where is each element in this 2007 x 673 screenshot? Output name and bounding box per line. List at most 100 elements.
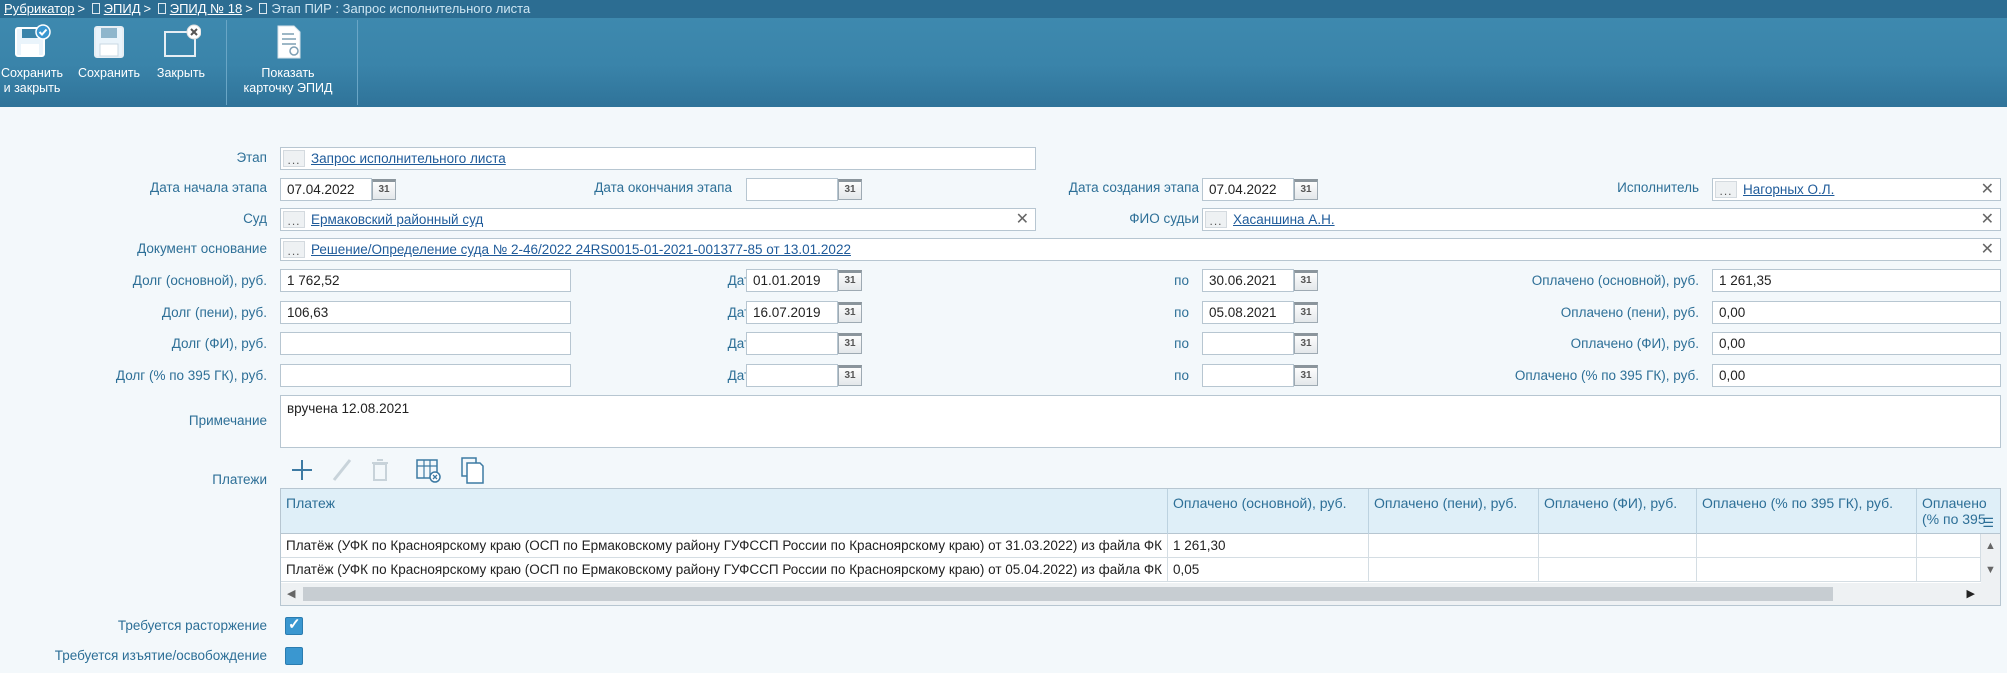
column-header-paid-penalty[interactable]: Оплачено (пени), руб. — [1369, 489, 1539, 534]
date-to-input[interactable]: 30.06.2021 — [1202, 269, 1294, 292]
scroll-thumb[interactable] — [303, 587, 1833, 601]
column-header-paid-fi[interactable]: Оплачено (ФИ), руб. — [1539, 489, 1697, 534]
scroll-right-icon[interactable]: ▶ — [1967, 587, 1975, 600]
paid-input[interactable]: 0,00 — [1712, 364, 2001, 387]
date-to-input[interactable] — [1202, 332, 1294, 355]
delete-trash-icon[interactable] — [366, 456, 394, 484]
judge-link[interactable]: Хасаншина А.Н. — [1233, 209, 1335, 230]
breadcrumb-rubricator[interactable]: Рубрикатор — [4, 1, 74, 16]
column-menu-icon[interactable]: ☰ — [1982, 515, 1994, 531]
close-button[interactable]: Закрыть — [152, 20, 210, 81]
date-from-input[interactable] — [746, 364, 838, 387]
judge-field[interactable]: ... Хасаншина А.Н. ✕ — [1202, 208, 2001, 231]
select-dots-icon[interactable]: ... — [283, 241, 305, 258]
document-icon — [91, 3, 100, 14]
breadcrumb-epid-18[interactable]: ЭПИД № 18 — [170, 1, 242, 16]
executor-field[interactable]: ... Нагорных О.Л. ✕ — [1712, 178, 2001, 201]
calendar-icon[interactable]: 31 — [838, 302, 862, 323]
show-epid-card-button[interactable]: Показать карточку ЭПИД — [232, 20, 344, 96]
calendar-icon[interactable]: 31 — [838, 333, 862, 354]
calendar-icon[interactable]: 31 — [1294, 179, 1318, 200]
clear-icon[interactable]: ✕ — [1981, 209, 1994, 230]
debt-input[interactable] — [280, 364, 571, 387]
column-header-paid-395[interactable]: Оплачено (% по 395 ГК), руб. — [1697, 489, 1917, 534]
start-date-field[interactable]: 07.04.2022 31 — [280, 178, 396, 201]
select-dots-icon[interactable]: ... — [283, 211, 305, 228]
date-to-field[interactable]: 05.08.2021 31 — [1202, 301, 1318, 324]
copy-icon[interactable] — [458, 456, 486, 484]
document-basis-field[interactable]: ... Решение/Определение суда № 2-46/2022… — [280, 238, 2001, 261]
debt-label: Долг (% по 395 ГК), руб. — [115, 368, 267, 383]
calendar-icon[interactable]: 31 — [838, 179, 862, 200]
scroll-left-icon[interactable]: ◀ — [287, 587, 295, 600]
calendar-icon[interactable]: 31 — [1294, 365, 1318, 386]
save-and-close-button[interactable]: Сохранить и закрыть — [0, 20, 64, 96]
clear-icon[interactable]: ✕ — [1981, 179, 1994, 200]
date-to-input[interactable]: 05.08.2021 — [1202, 301, 1294, 324]
save-button[interactable]: Сохранить — [74, 20, 144, 81]
paid-input[interactable]: 0,00 — [1712, 301, 2001, 324]
select-dots-icon[interactable]: ... — [1205, 211, 1227, 228]
end-date-input[interactable] — [746, 178, 838, 201]
select-dots-icon[interactable]: ... — [283, 150, 305, 167]
termination-checkbox[interactable]: ✓ — [285, 616, 303, 635]
scroll-up-icon[interactable]: ▲ — [1985, 540, 1996, 552]
date-from-field[interactable]: 16.07.2019 31 — [746, 301, 862, 324]
document-basis-label: Документ основание — [137, 241, 267, 256]
date-from-input[interactable]: 01.01.2019 — [746, 269, 838, 292]
court-field[interactable]: ... Ермаковский районный суд ✕ — [280, 208, 1036, 231]
debt-input[interactable]: 1 762,52 — [280, 269, 571, 292]
end-date-field[interactable]: 31 — [746, 178, 862, 201]
paid-input[interactable]: 0,00 — [1712, 332, 2001, 355]
show-epid-card-label: Показать карточку ЭПИД — [243, 66, 333, 95]
table-row[interactable]: Платёж (УФК по Красноярскому краю (ОСП п… — [281, 558, 1981, 582]
column-header-payment[interactable]: Платеж — [281, 489, 1168, 534]
add-icon[interactable] — [288, 456, 316, 484]
date-from-field[interactable]: 31 — [746, 364, 862, 387]
document-basis-link[interactable]: Решение/Определение суда № 2-46/2022 24R… — [311, 239, 851, 260]
court-label: Суд — [243, 211, 267, 226]
note-textarea[interactable]: вручена 12.08.2021 — [280, 395, 2001, 448]
created-date-field[interactable]: 07.04.2022 31 — [1202, 178, 1318, 201]
executor-link[interactable]: Нагорных О.Л. — [1743, 179, 1834, 200]
scroll-down-icon[interactable]: ▼ — [1985, 564, 1996, 576]
paid-input[interactable]: 1 261,35 — [1712, 269, 2001, 292]
edit-pencil-icon[interactable] — [328, 456, 356, 484]
paid-fi-cell — [1539, 534, 1697, 558]
stage-link[interactable]: Запрос исполнительного листа — [311, 148, 506, 169]
date-to-field[interactable]: 31 — [1202, 364, 1318, 387]
clear-icon[interactable]: ✕ — [1016, 209, 1029, 230]
date-to-field[interactable]: 31 — [1202, 332, 1318, 355]
date-to-input[interactable] — [1202, 364, 1294, 387]
calendar-icon[interactable]: 31 — [838, 365, 862, 386]
calendar-icon[interactable]: 31 — [1294, 270, 1318, 291]
calendar-icon[interactable]: 31 — [1294, 333, 1318, 354]
horizontal-scrollbar[interactable]: ◀ ▶ — [281, 583, 1981, 605]
column-header-paid-395-extra[interactable]: Оплачено (% по 395 ГК), руб. ☰ — [1917, 489, 2000, 534]
date-from-field[interactable]: 31 — [746, 332, 862, 355]
table-remove-icon[interactable] — [414, 456, 442, 484]
date-from-input[interactable] — [746, 332, 838, 355]
date-to-field[interactable]: 30.06.2021 31 — [1202, 269, 1318, 292]
clear-icon[interactable]: ✕ — [1981, 239, 1994, 260]
header-bar: Рубрикатор > ЭПИД > ЭПИД № 18 > Этап ПИР : … — [0, 0, 2007, 107]
calendar-icon[interactable]: 31 — [838, 270, 862, 291]
debt-input[interactable]: 106,63 — [280, 301, 571, 324]
stage-field[interactable]: ... Запрос исполнительного листа — [280, 147, 1036, 170]
payments-table: Платеж Оплачено (основной), руб. Оплачен… — [280, 488, 2001, 606]
date-from-field[interactable]: 01.01.2019 31 — [746, 269, 862, 292]
court-link[interactable]: Ермаковский районный суд — [311, 209, 483, 230]
start-date-input[interactable]: 07.04.2022 — [280, 178, 372, 201]
table-row[interactable]: Платёж (УФК по Красноярскому краю (ОСП п… — [281, 534, 1981, 558]
breadcrumb-epid[interactable]: ЭПИД — [104, 1, 141, 16]
stage-label: Этап — [236, 150, 267, 165]
vertical-scrollbar[interactable]: ▲ ▼ — [1981, 534, 2000, 605]
seizure-checkbox[interactable] — [285, 647, 303, 665]
select-dots-icon[interactable]: ... — [1715, 181, 1737, 198]
calendar-icon[interactable]: 31 — [372, 179, 396, 200]
date-from-input[interactable]: 16.07.2019 — [746, 301, 838, 324]
created-date-input[interactable]: 07.04.2022 — [1202, 178, 1294, 201]
column-header-paid-main[interactable]: Оплачено (основной), руб. — [1168, 489, 1369, 534]
calendar-icon[interactable]: 31 — [1294, 302, 1318, 323]
debt-input[interactable] — [280, 332, 571, 355]
